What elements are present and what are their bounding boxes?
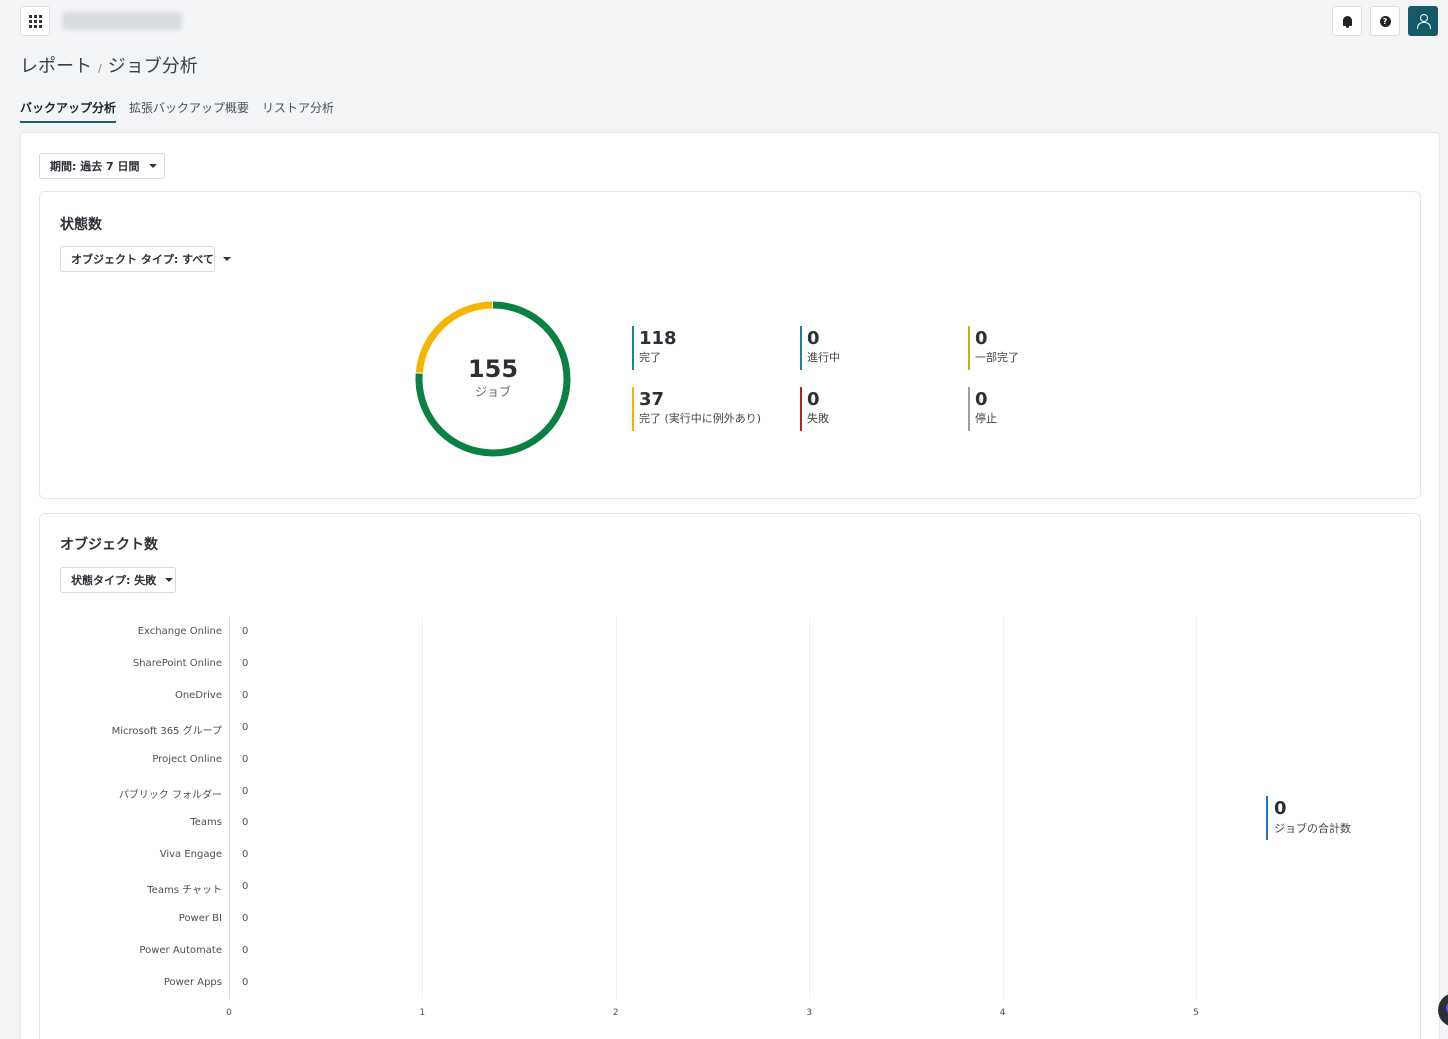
chevron-down-icon — [148, 164, 157, 168]
apps-button[interactable] — [20, 6, 50, 36]
category-label: パブリック フォルダー — [118, 789, 222, 801]
bar-value-label: 0 — [242, 657, 249, 669]
total-jobs-count: 0 — [1274, 798, 1287, 819]
help-button[interactable]: ? — [1370, 6, 1400, 36]
chart-gridline — [422, 617, 424, 999]
stat-value: 0 — [807, 389, 820, 410]
stat-color-bar — [968, 387, 970, 431]
total-jobs-value: 155 — [467, 355, 519, 383]
stat-value: 0 — [975, 328, 988, 349]
period-dropdown-label: 期間: 過去 7 日間 — [50, 160, 140, 173]
chart-gridline — [1002, 617, 1004, 999]
stat-value: 118 — [639, 328, 677, 349]
tab-backup-analysis[interactable]: バックアップ分析 — [20, 99, 117, 123]
total-color-bar — [1266, 796, 1268, 840]
stat-stopped[interactable]: 0 停止 — [968, 387, 997, 431]
object-card-title: オブジェクト数 — [60, 537, 158, 553]
stat-label: 失敗 — [807, 412, 829, 425]
bar-value-label: 0 — [242, 817, 249, 829]
category-label: Viva Engage — [159, 849, 222, 861]
apps-grid-icon — [28, 14, 42, 28]
tenant-name-blurred — [62, 12, 182, 30]
category-label: Teams — [190, 817, 222, 829]
chart-gridline — [1196, 617, 1197, 999]
stat-in-progress[interactable]: 0 進行中 — [800, 326, 840, 370]
bar-value-label: 0 — [242, 626, 249, 637]
user-icon — [1417, 14, 1431, 29]
x-tick-label: 1 — [419, 1008, 426, 1018]
total-jobs-label: ジョブ — [474, 385, 511, 399]
category-label: SharePoint Online — [132, 657, 222, 669]
stat-color-bar — [800, 387, 802, 431]
user-menu-button[interactable] — [1408, 6, 1438, 36]
breadcrumb-separator: / — [98, 62, 102, 75]
state-type-dropdown[interactable]: 状態タイプ: 失敗 — [60, 567, 176, 593]
chart-gridline — [615, 617, 617, 999]
status-card-title: 状態数 — [60, 217, 102, 233]
stat-label: 進行中 — [807, 351, 840, 364]
bar-value-label: 0 — [242, 753, 249, 765]
stat-value: 37 — [639, 389, 665, 410]
breadcrumb: レポート / ジョブ分析 — [20, 52, 198, 78]
category-label: Exchange Online — [137, 626, 222, 637]
stat-value: 0 — [807, 328, 820, 349]
chart-gridline — [809, 617, 811, 999]
stat-label: 停止 — [975, 412, 997, 425]
tab-extended-backup-overview[interactable]: 拡張バックアップ概要 — [129, 99, 249, 123]
object-count-card: オブジェクト数 — [39, 513, 1421, 1039]
stat-label: 完了 (実行中に例外あり) — [639, 412, 762, 425]
stat-label: 完了 — [639, 351, 661, 364]
breadcrumb-parent[interactable]: レポート — [20, 52, 92, 78]
category-label: Teams チャット — [147, 885, 222, 897]
x-tick-label: 4 — [999, 1008, 1006, 1018]
top-bar: ? — [0, 0, 1448, 42]
x-tick-label: 0 — [226, 1008, 232, 1018]
state-type-dropdown-label: 状態タイプ: 失敗 — [71, 574, 157, 587]
stat-completed-with-exceptions[interactable]: 37 完了 (実行中に例外あり) — [632, 387, 761, 431]
x-tick-label: 5 — [1193, 1008, 1199, 1018]
x-tick-label: 3 — [806, 1008, 813, 1018]
bar-value-label: 0 — [242, 881, 249, 893]
bar-value-label: 0 — [242, 721, 249, 733]
chevron-down-icon — [165, 578, 174, 582]
stat-value: 0 — [975, 389, 988, 410]
bar-value-label: 0 — [242, 976, 249, 988]
stat-color-bar — [968, 326, 970, 370]
donut-center: 155 ジョブ — [415, 355, 571, 400]
bar-value-label: 0 — [242, 913, 249, 925]
object-type-dropdown[interactable]: オブジェクト タイプ: すべて — [60, 246, 231, 272]
total-jobs-count-label: ジョブの合計数 — [1274, 822, 1351, 835]
total-jobs-summary: 0 ジョブの合計数 — [1266, 796, 1351, 840]
bar-value-label: 0 — [242, 689, 249, 701]
chart-axis-line — [229, 617, 230, 999]
category-label: Power Apps — [163, 976, 222, 988]
status-count-card: 状態数 — [39, 191, 1421, 499]
category-label: Power BI — [178, 913, 222, 925]
stat-color-bar — [632, 387, 634, 431]
category-label: OneDrive — [174, 689, 222, 701]
object-type-dropdown-label: オブジェクト タイプ: すべて — [71, 253, 214, 266]
tab-restore-analysis[interactable]: リストア分析 — [262, 99, 334, 123]
page-title: ジョブ分析 — [107, 56, 198, 77]
stat-failed[interactable]: 0 失敗 — [800, 387, 829, 431]
bar-value-label: 0 — [242, 945, 249, 956]
stat-completed[interactable]: 118 完了 — [632, 326, 677, 370]
chevron-down-icon — [222, 257, 231, 261]
period-dropdown[interactable]: 期間: 過去 7 日間 — [39, 153, 165, 179]
stat-color-bar — [800, 326, 802, 370]
stat-color-bar — [632, 326, 634, 370]
category-label: Power Automate — [139, 945, 222, 956]
bar-value-label: 0 — [242, 785, 249, 797]
stat-label: 一部完了 — [975, 351, 1019, 364]
stat-partially-completed[interactable]: 0 一部完了 — [968, 326, 1019, 370]
notifications-button[interactable] — [1332, 6, 1362, 36]
category-label: Microsoft 365 グループ — [111, 725, 222, 737]
x-tick-label: 2 — [612, 1008, 619, 1018]
report-tabs: バックアップ分析 拡張バックアップ概要 リストア分析 — [20, 99, 347, 123]
category-label: Project Online — [152, 753, 222, 765]
bell-icon — [1342, 16, 1352, 28]
help-icon: ? — [1379, 15, 1391, 27]
bar-value-label: 0 — [242, 849, 249, 861]
